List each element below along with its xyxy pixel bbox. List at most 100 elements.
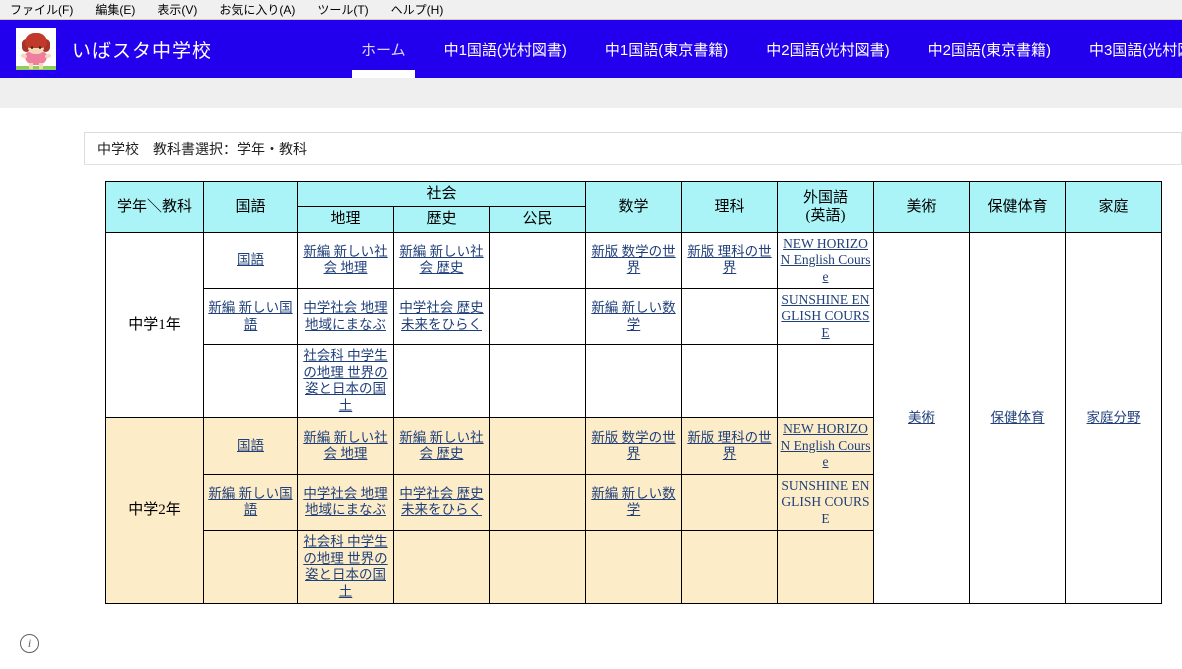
link-g1r1-rika[interactable]: 新版 理科の世界 [687, 244, 771, 275]
cell-bijutsu-merged: 美術 [873, 231, 970, 604]
link-hokentaiiku[interactable]: 保健体育 [991, 410, 1045, 425]
link-g2r2-rekishi[interactable]: 中学社会 歴史 未来をひらく [399, 486, 483, 517]
site-title: いばスタ中学校 [72, 40, 213, 62]
link-g2r2-eigo[interactable]: SUNSHINE ENGLISH COURSE [781, 478, 869, 526]
menu-tools[interactable]: ツール(T) [313, 0, 372, 19]
link-g1r2-chiri[interactable]: 中学社会 地理 地域にまなぶ [303, 300, 387, 331]
cell-g1r2-kokugo: 新編 新しい国語 [203, 287, 298, 346]
nav-item-j1-kokugo-mitsumura[interactable]: 中1国語(光村図書) [425, 20, 586, 78]
cell-g2r1-eigo: NEW HORIZON English Course [777, 417, 874, 475]
cell-g2r3-chiri: 社会科 中学生の地理 世界の姿と日本の国土 [297, 530, 394, 604]
menu-edit[interactable]: 編集(E) [91, 0, 139, 19]
cell-g2r3-komin [489, 530, 586, 604]
col-header-komin: 公民 [489, 206, 586, 233]
cell-g2r1-rekishi: 新編 新しい社会 歴史 [393, 417, 490, 475]
link-g2r1-rika[interactable]: 新版 理科の世界 [687, 430, 771, 461]
link-bijutsu[interactable]: 美術 [908, 410, 935, 425]
cell-g1r2-chiri: 中学社会 地理 地域にまなぶ [297, 287, 394, 346]
cell-g2r2-kokugo: 新編 新しい国語 [203, 473, 298, 532]
grade1-year-label: 中学1年 [105, 231, 204, 419]
breadcrumb: 中学校 教科書選択：学年・教科 [84, 132, 1182, 164]
link-g2r1-sugaku[interactable]: 新版 数学の世界 [591, 430, 675, 461]
menu-favorites[interactable]: お気に入り(A) [215, 0, 299, 19]
table-row: 中学1年 国語 新編 新しい社会 地理 新編 新しい社会 歴史 新版 数学の世界… [105, 231, 1162, 604]
link-g1r1-rekishi[interactable]: 新編 新しい社会 歴史 [399, 244, 483, 275]
cell-g1r1-komin [489, 231, 586, 290]
link-g1r2-eigo[interactable]: SUNSHINE ENGLISH COURSE [781, 292, 869, 340]
menu-view[interactable]: 表示(V) [153, 0, 201, 19]
info-icon[interactable]: i [20, 634, 39, 653]
site-header: いばスタ中学校 ホーム 中1国語(光村図書) 中1国語(東京書籍) 中2国語(光… [0, 20, 1182, 78]
link-g1r2-kokugo[interactable]: 新編 新しい国語 [208, 300, 292, 331]
cell-g1r1-chiri: 新編 新しい社会 地理 [297, 231, 394, 290]
cell-g2r2-sugaku: 新編 新しい数学 [585, 473, 682, 532]
link-g1r1-chiri[interactable]: 新編 新しい社会 地理 [303, 244, 387, 275]
cell-hokentaiiku-merged: 保健体育 [969, 231, 1066, 604]
table-body: 中学1年 国語 新編 新しい社会 地理 新編 新しい社会 歴史 新版 数学の世界… [105, 231, 1162, 604]
table-header-row-1: 学年＼教科 国語 社会 数学 理科 外国語 (英語) 美術 保健体育 家庭 [105, 180, 1162, 233]
link-g2r1-kokugo[interactable]: 国語 [237, 438, 264, 453]
cell-g1r2-eigo: SUNSHINE ENGLISH COURSE [777, 287, 874, 346]
cell-g1r3-sugaku [585, 344, 682, 419]
col-header-gaikokugo-line1: 外国語 [802, 189, 848, 206]
cell-g1r3-kokugo [203, 344, 298, 419]
link-g1r2-rekishi[interactable]: 中学社会 歴史 未来をひらく [399, 300, 483, 331]
cell-g2r3-rika [681, 530, 778, 604]
cell-g2r3-eigo [777, 530, 874, 604]
col-header-sugaku: 数学 [585, 181, 682, 233]
link-g1r1-eigo[interactable]: NEW HORIZON English Course [780, 236, 870, 284]
link-g2r3-chiri[interactable]: 社会科 中学生の地理 世界の姿と日本の国土 [303, 534, 387, 598]
col-header-kokugo: 国語 [203, 181, 298, 233]
nav-item-j2-kokugo-tokyoshoseki[interactable]: 中2国語(東京書籍) [909, 20, 1070, 78]
cell-g1r3-rekishi [393, 344, 490, 419]
cell-g1r1-rika: 新版 理科の世界 [681, 231, 778, 290]
nav-item-j1-kokugo-tokyoshoseki[interactable]: 中1国語(東京書籍) [586, 20, 747, 78]
col-header-gaikokugo: 外国語 (英語) [777, 181, 874, 233]
cell-g2r2-chiri: 中学社会 地理 地域にまなぶ [297, 473, 394, 532]
link-g2r2-chiri[interactable]: 中学社会 地理 地域にまなぶ [303, 486, 387, 517]
cell-g1r3-eigo [777, 344, 874, 419]
cell-g1r2-komin [489, 287, 586, 346]
col-header-rika: 理科 [681, 181, 778, 233]
cell-katei-merged: 家庭分野 [1065, 231, 1162, 604]
link-g2r2-kokugo[interactable]: 新編 新しい国語 [208, 486, 292, 517]
col-header-katei: 家庭 [1065, 181, 1162, 233]
link-g2r1-chiri[interactable]: 新編 新しい社会 地理 [303, 430, 387, 461]
textbook-selection-table: 学年＼教科 国語 社会 数学 理科 外国語 (英語) 美術 保健体育 家庭 地理… [105, 180, 1162, 604]
menu-file[interactable]: ファイル(F) [6, 0, 77, 19]
link-g1r3-chiri[interactable]: 社会科 中学生の地理 世界の姿と日本の国土 [303, 348, 387, 412]
cell-g1r2-rekishi: 中学社会 歴史 未来をひらく [393, 287, 490, 346]
main-content: 中学校 教科書選択：学年・教科 学年＼教科 国語 社会 数学 理科 外国語 (英… [0, 132, 1182, 604]
nav-item-j3-kokugo-mitsumura[interactable]: 中3国語(光村図書) [1070, 20, 1182, 78]
content-top-spacer [0, 108, 1182, 132]
cell-g2r3-kokugo [203, 530, 298, 604]
browser-menu-bar: ファイル(F) 編集(E) 表示(V) お気に入り(A) ツール(T) ヘルプ(… [0, 0, 1182, 21]
cell-g1r1-rekishi: 新編 新しい社会 歴史 [393, 231, 490, 290]
header-spacer-band [0, 78, 1182, 108]
cell-g2r3-sugaku [585, 530, 682, 604]
cell-g1r3-chiri: 社会科 中学生の地理 世界の姿と日本の国土 [297, 344, 394, 419]
link-g2r1-rekishi[interactable]: 新編 新しい社会 歴史 [399, 430, 483, 461]
site-logo-icon[interactable] [16, 28, 56, 70]
cell-g2r2-rekishi: 中学社会 歴史 未来をひらく [393, 473, 490, 532]
nav-item-home[interactable]: ホーム [342, 20, 425, 78]
col-header-hokentaiiku: 保健体育 [969, 181, 1066, 233]
link-g2r1-eigo[interactable]: NEW HORIZON English Course [780, 421, 870, 469]
nav-item-j2-kokugo-mitsumura[interactable]: 中2国語(光村図書) [747, 20, 908, 78]
link-katei[interactable]: 家庭分野 [1087, 410, 1141, 425]
link-g1r2-sugaku[interactable]: 新編 新しい数学 [591, 300, 675, 331]
link-g2r2-sugaku[interactable]: 新編 新しい数学 [591, 486, 675, 517]
link-g1r1-kokugo[interactable]: 国語 [237, 252, 264, 267]
cell-g2r1-kokugo: 国語 [203, 417, 298, 475]
cell-g1r3-rika [681, 344, 778, 419]
link-g1r1-sugaku[interactable]: 新版 数学の世界 [591, 244, 675, 275]
textbook-table-container: 学年＼教科 国語 社会 数学 理科 外国語 (英語) 美術 保健体育 家庭 地理… [84, 165, 1182, 604]
cell-g2r2-rika [681, 473, 778, 532]
cell-g1r1-sugaku: 新版 数学の世界 [585, 231, 682, 290]
menu-help[interactable]: ヘルプ(H) [387, 0, 448, 19]
cell-g2r2-eigo: SUNSHINE ENGLISH COURSE [777, 473, 874, 532]
cell-g2r1-rika: 新版 理科の世界 [681, 417, 778, 475]
col-header-bijutsu: 美術 [873, 181, 970, 233]
col-header-grade-subject: 学年＼教科 [105, 181, 204, 233]
cell-g1r1-eigo: NEW HORIZON English Course [777, 231, 874, 290]
